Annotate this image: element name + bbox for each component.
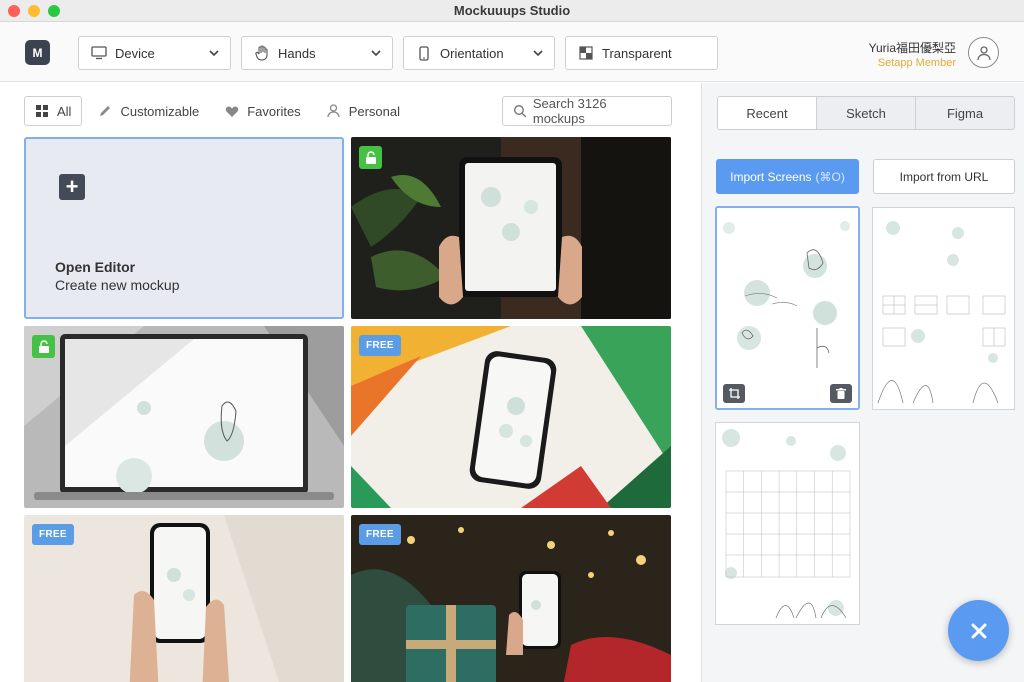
hands-dropdown[interactable]: Hands (241, 36, 393, 70)
mockup-card[interactable]: FREE (351, 326, 671, 508)
mockup-card[interactable]: FREE (24, 515, 344, 682)
unlock-icon (365, 151, 376, 164)
free-badge: FREE (32, 524, 74, 545)
plus-icon: + (59, 174, 85, 200)
checkerboard-icon (578, 45, 594, 61)
unlocked-badge (359, 146, 382, 169)
laptop-mockup-image (24, 326, 344, 508)
orientation-dropdown[interactable]: Orientation (403, 36, 555, 70)
close-icon (971, 623, 986, 638)
open-editor-card[interactable]: + Open Editor Create new mockup (24, 137, 344, 319)
import-screens-button[interactable]: Import Screens (⌘O) (716, 159, 859, 194)
import-shortcut: (⌘O) (815, 169, 845, 184)
filter-favorites[interactable]: Favorites (215, 96, 310, 126)
free-badge: FREE (359, 335, 401, 356)
delete-button[interactable] (830, 384, 852, 403)
tab-sketch[interactable]: Sketch (817, 97, 916, 129)
close-fab-button[interactable] (948, 600, 1009, 661)
mockup-card[interactable] (351, 137, 671, 319)
planner-screen-image (873, 208, 1014, 409)
device-dropdown[interactable]: Device (78, 36, 231, 70)
unlocked-badge (32, 335, 55, 358)
filter-favorites-label: Favorites (247, 103, 301, 119)
source-tabs: Recent Sketch Figma (717, 96, 1015, 130)
mockup-gallery: All Customizable Favorites Personal Sear… (0, 83, 700, 682)
open-editor-subtitle: Create new mockup (55, 277, 180, 293)
title-bar: Mockuuups Studio (0, 0, 1024, 22)
screens-panel: Recent Sketch Figma Import Screens (⌘O) … (701, 83, 1024, 682)
calendar-screen-image (716, 423, 859, 624)
background-dropdown[interactable]: Transparent (565, 36, 718, 70)
tab-recent[interactable]: Recent (718, 97, 817, 129)
background-label: Transparent (602, 45, 672, 61)
filter-customizable[interactable]: Customizable (88, 96, 209, 126)
user-name: Yuria福田優梨亞 (868, 41, 956, 55)
filter-bar: All Customizable Favorites Personal (24, 96, 416, 126)
window-title: Mockuuups Studio (453, 3, 571, 18)
unlock-icon (38, 340, 49, 353)
search-input[interactable]: Search 3126 mockups (502, 96, 672, 126)
filter-all[interactable]: All (24, 96, 83, 126)
screen-thumbnail[interactable] (872, 207, 1015, 410)
import-screens-label: Import Screens (730, 169, 812, 184)
toolbar: M Device Hands Orientation Transparent Y… (0, 22, 1024, 82)
crop-icon (728, 388, 740, 399)
device-label: Device (115, 45, 155, 61)
crop-button[interactable] (723, 384, 745, 403)
search-placeholder: Search 3126 mockups (532, 96, 607, 126)
grid-icon (35, 104, 49, 118)
hand-icon (254, 45, 270, 61)
filter-personal[interactable]: Personal (317, 96, 410, 126)
orientation-label: Orientation (440, 45, 504, 61)
tablet-mockup-image (351, 137, 671, 319)
open-editor-title: Open Editor (55, 259, 136, 275)
free-badge: FREE (359, 524, 401, 545)
filter-personal-label: Personal (348, 103, 400, 119)
app-logo: M (25, 40, 50, 65)
membership-label: Setapp Member (877, 57, 956, 69)
avatar[interactable] (968, 37, 999, 68)
trash-icon (836, 388, 846, 399)
chevron-down-icon (371, 50, 381, 57)
filter-all-label: All (57, 103, 72, 119)
user-info: Yuria福田優梨亞 Setapp Member (869, 39, 956, 69)
screen-thumbnail[interactable] (715, 206, 860, 410)
person-icon (327, 104, 341, 118)
screen-thumbnail[interactable] (715, 422, 860, 625)
mockup-card[interactable]: FREE (351, 515, 671, 682)
floral-screen-image (717, 208, 858, 408)
pencil-icon (98, 104, 112, 118)
chevron-down-icon (533, 50, 543, 57)
chevron-down-icon (209, 50, 219, 57)
hands-label: Hands (278, 45, 316, 61)
user-icon (976, 45, 991, 60)
search-icon (513, 105, 527, 118)
heart-icon (225, 104, 239, 118)
phone-icon (416, 45, 432, 61)
tab-figma[interactable]: Figma (916, 97, 1014, 129)
import-from-url-button[interactable]: Import from URL (873, 159, 1015, 194)
filter-customizable-label: Customizable (120, 103, 200, 119)
monitor-icon (91, 45, 107, 61)
mockup-card[interactable] (24, 326, 344, 508)
